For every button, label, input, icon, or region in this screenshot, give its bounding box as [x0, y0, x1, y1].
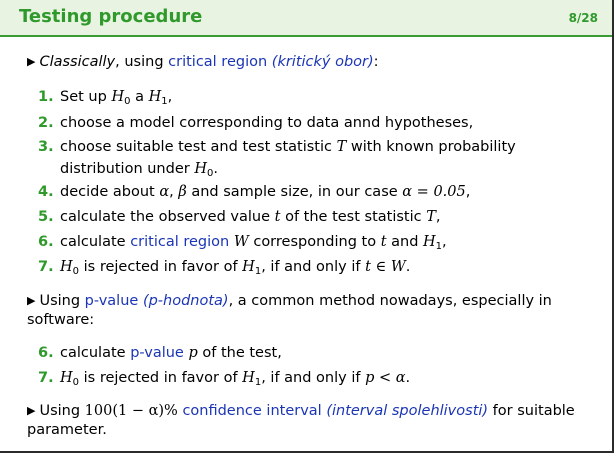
term-confidence-interval: confidence interval — [182, 403, 322, 419]
header-rule — [0, 35, 612, 37]
list-item: 6. calculate critical region W correspond… — [38, 234, 447, 252]
term-critical-region: critical region — [168, 54, 268, 70]
list-item: 6. calculate p-value p of the test, — [38, 345, 282, 361]
triangle-bullet-icon: ▶ — [27, 294, 36, 307]
term-p-value: p-value — [130, 345, 184, 361]
bullet-confidence-interval-continuation: parameter. — [27, 422, 107, 438]
bullet-p-value-continuation: software: — [27, 312, 95, 328]
list-item: 7. H0 is rejected in favor of H1, if and … — [38, 370, 411, 388]
list-item: 2. choose a model corresponding to data a… — [38, 115, 474, 131]
list-item: 3. choose suitable test and test statisti… — [38, 139, 516, 155]
bullet-p-value: ▶ Using p-value (p-hodnota), a common met… — [27, 290, 552, 312]
bullet-confidence-interval: ▶ Using 100(1 − α)% confidence interval (… — [27, 400, 575, 422]
term-critical-region: critical region — [130, 234, 230, 250]
list-item: 5. calculate the observed value t of the … — [38, 209, 441, 225]
list-item: 7. H0 is rejected in favor of H1, if and … — [38, 259, 411, 277]
list-item-continuation: distribution under H0. — [60, 161, 218, 179]
list-item: 4. decide about α, β and sample size, in … — [38, 184, 471, 200]
bullet-classically: ▶ Classically, using critical region (kri… — [27, 51, 379, 73]
page-number: 8/28 — [568, 11, 598, 25]
slide-title: Testing procedure — [19, 6, 203, 27]
list-item: 1. Set up H0 a H1, — [38, 89, 173, 107]
triangle-bullet-icon: ▶ — [27, 404, 36, 417]
triangle-bullet-icon: ▶ — [27, 55, 36, 68]
term-p-value: p-value — [84, 293, 139, 309]
